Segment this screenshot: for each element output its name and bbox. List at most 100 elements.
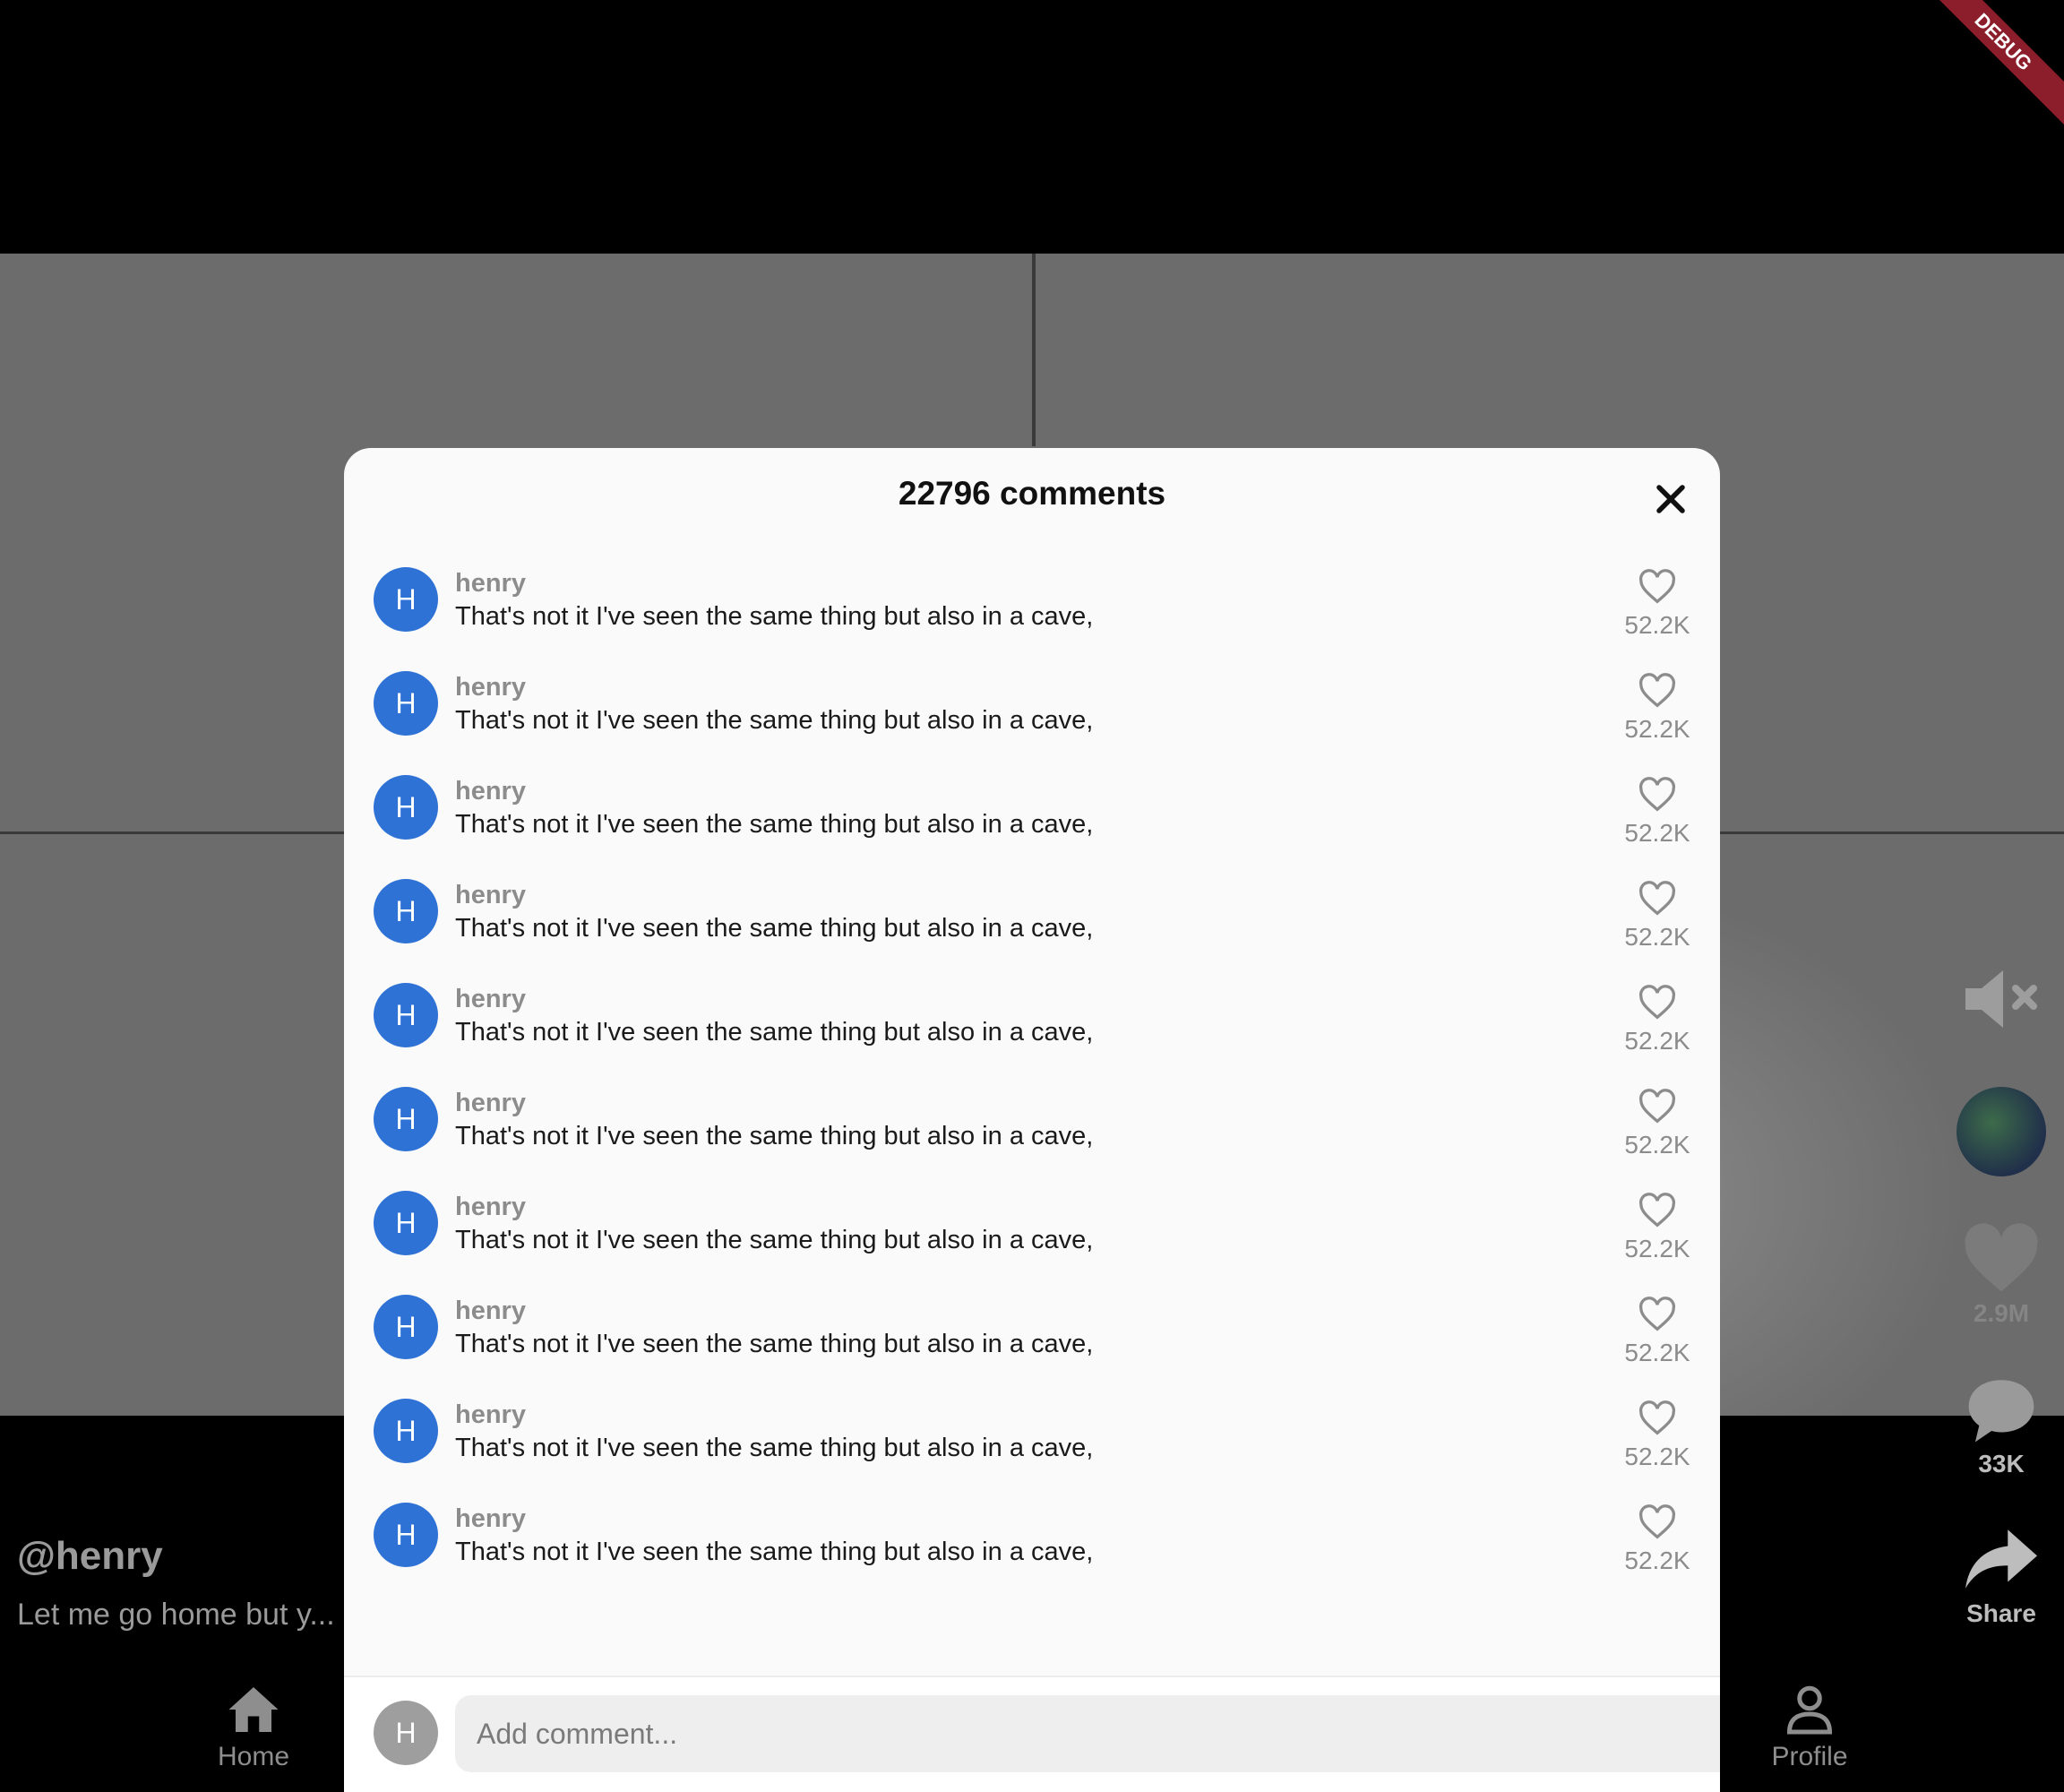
comment-username[interactable]: henry [455,1193,526,1222]
comment-bubble-icon [1968,1380,2034,1443]
comment-text: That's not it I've seen the same thing b… [455,1122,1094,1150]
author-avatar[interactable] [1956,1087,2046,1176]
volume-off-icon [1965,970,2037,1028]
comment-item: H henry That's not it I've seen the same… [344,967,1720,1071]
share-label: Share [1966,1599,2036,1627]
person-icon [1786,1685,1833,1735]
mute-button[interactable] [1939,963,2064,1039]
comment-like-button[interactable]: 52.2K [1621,777,1693,848]
video-author-handle[interactable]: @henry [17,1534,163,1579]
comment-avatar[interactable]: H [374,567,438,632]
video-frame-line [1032,254,1036,446]
comment-avatar[interactable]: H [374,1503,438,1567]
comment-like-count: 52.2K [1624,1235,1690,1262]
avatar-image [1956,1087,2046,1176]
heart-outline-icon [1638,1089,1676,1124]
share-button[interactable]: Share [1939,1523,2064,1628]
comment-text: That's not it I've seen the same thing b… [455,1330,1094,1358]
comment-text: That's not it I've seen the same thing b… [455,1018,1094,1047]
debug-banner: DEBUG [1910,0,2064,135]
home-icon [228,1687,279,1732]
comment-like-count: 52.2K [1624,1443,1690,1470]
heart-outline-icon [1638,1504,1676,1539]
heart-outline-icon [1638,881,1676,916]
comment-like-count: 52.2K [1624,819,1690,847]
comment-item: H henry That's not it I've seen the same… [344,1383,1720,1486]
comment-item: H henry That's not it I've seen the same… [344,655,1720,759]
comment-username[interactable]: henry [455,1504,526,1534]
comment-avatar[interactable]: H [374,775,438,840]
close-icon [1656,485,1685,513]
comment-like-button[interactable]: 52.2K [1621,1193,1693,1263]
comment-avatar[interactable]: H [374,1295,438,1359]
comment-like-button[interactable]: 52.2K [1621,1400,1693,1471]
nav-profile-label: Profile [1771,1742,1848,1771]
comment-like-count: 52.2K [1624,611,1690,639]
comment-input[interactable] [455,1695,1720,1772]
heart-outline-icon [1638,1193,1676,1228]
comment-item: H henry That's not it I've seen the same… [344,1071,1720,1175]
close-button[interactable] [1648,477,1693,521]
comment-item: H henry That's not it I've seen the same… [344,863,1720,967]
comment-text: That's not it I've seen the same thing b… [455,914,1094,943]
comments-count-title: 22796 comments [898,475,1166,512]
like-count: 2.9M [1973,1299,2030,1327]
heart-outline-icon [1638,1297,1676,1331]
video-frame-line [0,831,344,834]
comment-avatar[interactable]: H [374,1087,438,1151]
comment-avatar[interactable]: H [374,1399,438,1463]
heart-outline-icon [1638,985,1676,1020]
comments-sheet: 22796 comments H henry That's not it I'v… [344,448,1720,1792]
comment-username[interactable]: henry [455,985,526,1014]
comment-like-count: 52.2K [1624,1131,1690,1159]
comment-like-count: 52.2K [1624,715,1690,743]
comment-avatar[interactable]: H [374,671,438,736]
comment-like-count: 52.2K [1624,1339,1690,1366]
comment-like-button[interactable]: 52.2K [1621,1089,1693,1159]
comment-item: H henry That's not it I've seen the same… [344,551,1720,655]
comment-like-count: 52.2K [1624,1546,1690,1574]
heart-outline-icon [1638,569,1676,604]
comment-avatar[interactable]: H [374,983,438,1047]
comments-button[interactable]: 33K [1939,1374,2064,1478]
comment-text: That's not it I've seen the same thing b… [455,1434,1094,1462]
nav-profile[interactable]: Profile [1729,1684,1890,1772]
comment-username[interactable]: henry [455,881,526,910]
comment-username[interactable]: henry [455,673,526,702]
comment-like-button[interactable]: 52.2K [1621,1504,1693,1575]
comment-avatar[interactable]: H [374,1191,438,1255]
comment-like-button[interactable]: 52.2K [1621,881,1693,952]
comment-like-count: 52.2K [1624,923,1690,951]
share-arrow-icon [1965,1529,2037,1589]
current-user-avatar: H [374,1701,438,1765]
heart-outline-icon [1638,673,1676,708]
comment-text: That's not it I've seen the same thing b… [455,1226,1094,1254]
comment-like-button[interactable]: 52.2K [1621,673,1693,744]
comment-avatar[interactable]: H [374,879,438,943]
comment-text: That's not it I've seen the same thing b… [455,706,1094,735]
comment-item: H henry That's not it I've seen the same… [344,1486,1720,1590]
comment-text: That's not it I've seen the same thing b… [455,810,1094,839]
comment-text: That's not it I've seen the same thing b… [455,602,1094,631]
comment-like-button[interactable]: 52.2K [1621,569,1693,640]
nav-home[interactable]: Home [173,1684,334,1772]
comment-count: 33K [1978,1450,2025,1478]
nav-home-label: Home [217,1742,290,1771]
comment-text: That's not it I've seen the same thing b… [455,1538,1094,1566]
comment-item: H henry That's not it I've seen the same… [344,1175,1720,1279]
comment-username[interactable]: henry [455,1400,526,1430]
comment-item: H henry That's not it I've seen the same… [344,759,1720,863]
comment-like-button[interactable]: 52.2K [1621,1297,1693,1367]
heart-outline-icon [1638,777,1676,812]
comment-username[interactable]: henry [455,569,526,599]
comment-like-button[interactable]: 52.2K [1621,985,1693,1055]
comment-username[interactable]: henry [455,1089,526,1118]
video-frame-line [1720,831,2064,834]
comment-username[interactable]: henry [455,777,526,806]
video-caption[interactable]: Let me go home but y... [17,1598,335,1633]
comment-username[interactable]: henry [455,1297,526,1326]
comment-item: H henry That's not it I've seen the same… [344,1279,1720,1383]
heart-outline-icon [1638,1400,1676,1435]
like-video-button[interactable]: 2.9M [1939,1223,2064,1328]
comment-like-count: 52.2K [1624,1027,1690,1055]
